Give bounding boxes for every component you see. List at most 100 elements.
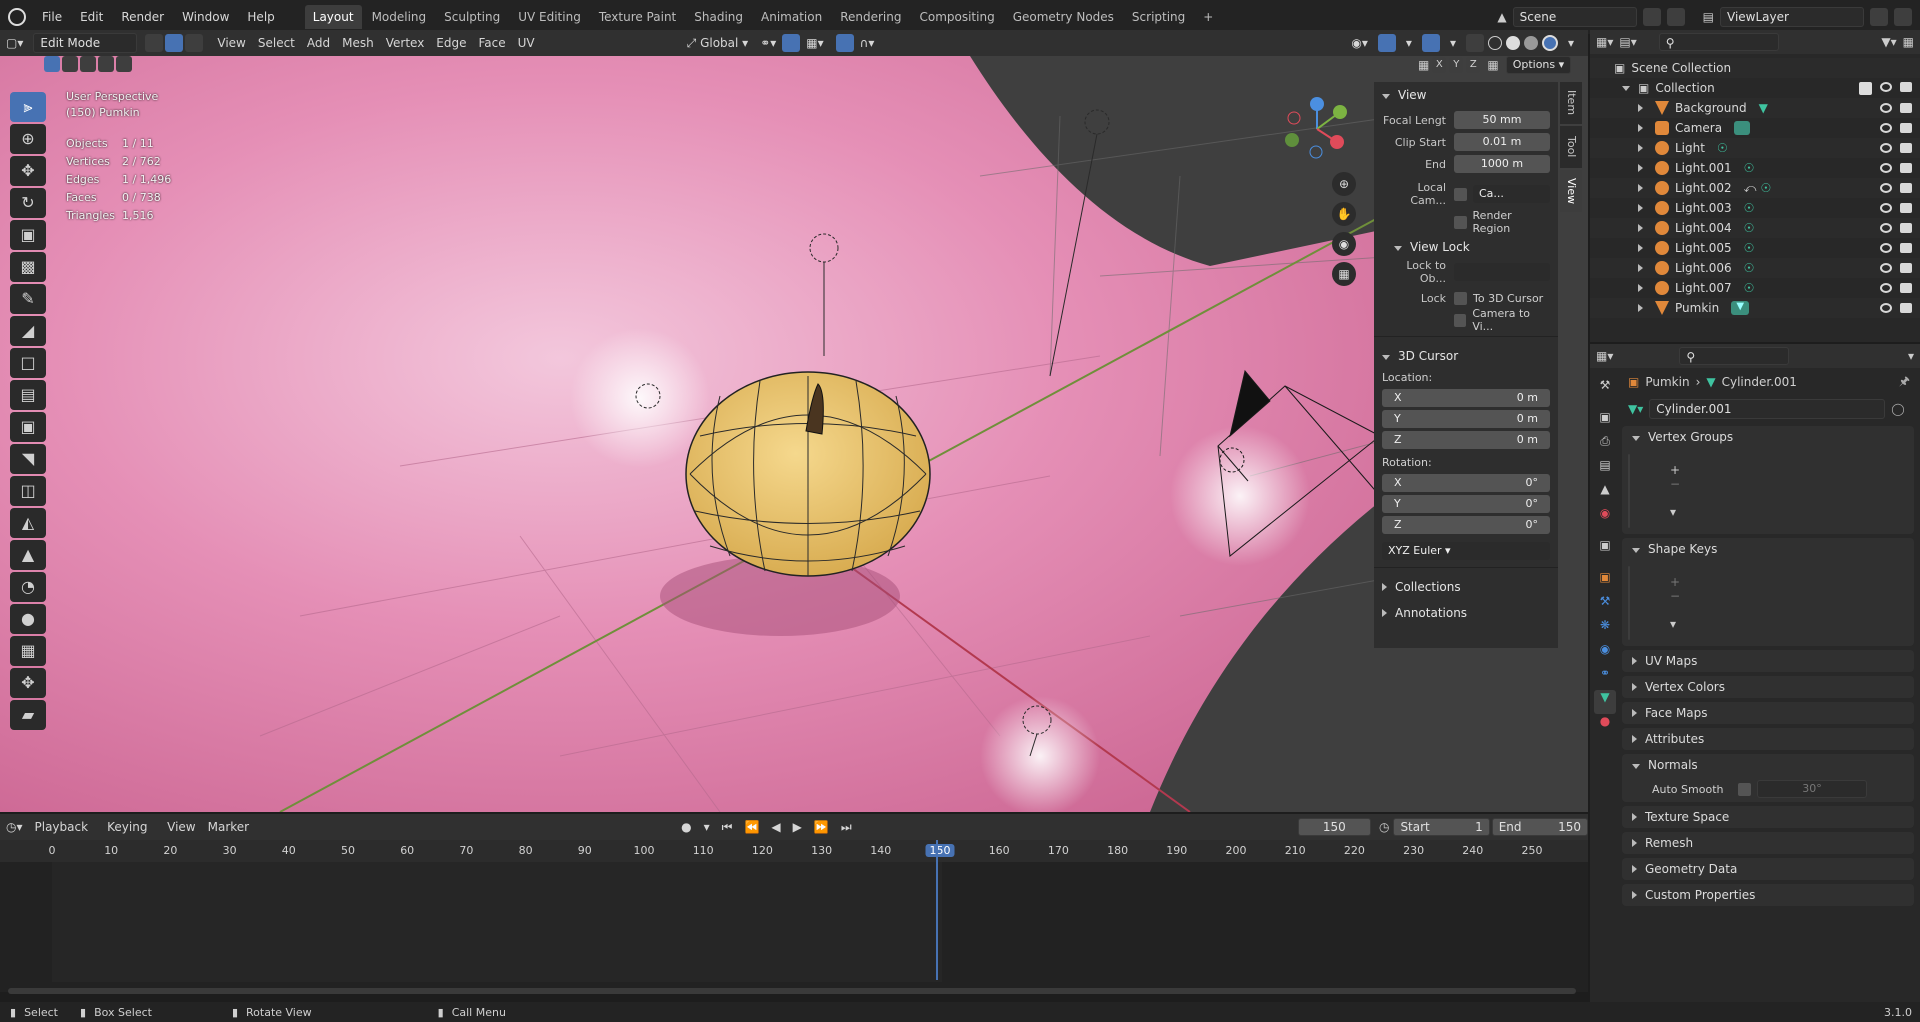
xray-icon[interactable] <box>1465 34 1484 52</box>
tab-compositing[interactable]: Compositing <box>911 5 1002 29</box>
constraints-tab-icon[interactable]: ⚭ <box>1594 666 1616 690</box>
outliner-item-camera[interactable]: Camera <box>1590 118 1920 138</box>
shading-dropdown-icon[interactable]: ▾ <box>1562 33 1580 53</box>
tab-texture-paint[interactable]: Texture Paint <box>591 5 684 29</box>
select-intersect-icon[interactable] <box>116 56 132 72</box>
object-tab-icon[interactable]: ▣ <box>1594 570 1616 594</box>
render-camera-icon[interactable] <box>1900 263 1912 273</box>
snap-target-icon[interactable]: ▦▾ <box>800 33 829 53</box>
render-camera-icon[interactable] <box>1900 283 1912 293</box>
render-camera-icon[interactable] <box>1900 143 1912 153</box>
eye-icon[interactable] <box>1880 143 1892 153</box>
properties-search-input[interactable]: ⚲ <box>1679 347 1790 365</box>
tab-scripting[interactable]: Scripting <box>1124 5 1193 29</box>
play-reverse-icon[interactable]: ◀ <box>765 817 786 837</box>
menu-face[interactable]: Face <box>473 33 512 53</box>
snap-icon[interactable] <box>782 34 801 52</box>
extrude-tool[interactable]: ▤ <box>10 380 46 410</box>
world-tab-icon[interactable]: ◉ <box>1594 506 1616 530</box>
3d-viewport[interactable]: User Perspective (150) Pumkin Objects 1 /… <box>0 56 1588 812</box>
physics-tab-icon[interactable]: ◉ <box>1594 642 1616 666</box>
select-invert-icon[interactable] <box>98 56 114 72</box>
eye-icon[interactable] <box>1880 163 1892 173</box>
outliner-item-light[interactable]: Light ☉ <box>1590 138 1920 158</box>
remesh-panel[interactable]: Remesh <box>1622 832 1914 854</box>
perspective-toggle-icon[interactable]: ▦ <box>1332 262 1356 286</box>
mode-dropdown[interactable]: Edit Mode <box>33 33 138 53</box>
clip-end-field[interactable]: 1000 m <box>1454 155 1550 173</box>
menu-uv[interactable]: UV <box>512 33 541 53</box>
outliner-editor-icon[interactable]: ▦▾ <box>1596 35 1613 49</box>
axis-z-toggle[interactable]: Z <box>1466 57 1481 73</box>
menu-add[interactable]: Add <box>301 33 336 53</box>
scene-collection-row[interactable]: ▣ Scene Collection <box>1590 58 1920 78</box>
axis-navigation-gizmo[interactable] <box>1282 94 1352 164</box>
mirror-icon[interactable]: ▦ <box>1418 58 1429 72</box>
tab-modeling[interactable]: Modeling <box>364 5 435 29</box>
cursor-rotation-y-field[interactable]: Y 0° <box>1382 495 1550 513</box>
render-camera-icon[interactable] <box>1900 223 1912 233</box>
cursor-location-x-field[interactable]: X 0 m <box>1382 389 1550 407</box>
eye-icon[interactable] <box>1880 223 1892 233</box>
scene-icon[interactable]: ▲ <box>1497 10 1506 24</box>
eye-icon[interactable] <box>1880 203 1892 213</box>
menu-playback[interactable]: Playback ▾ <box>29 817 102 854</box>
auto-smooth-angle-field[interactable]: 30° <box>1757 780 1867 798</box>
eye-icon[interactable] <box>1880 183 1892 193</box>
vertex-groups-header[interactable]: Vertex Groups <box>1622 426 1914 448</box>
eye-icon[interactable] <box>1880 263 1892 273</box>
jump-start-icon[interactable]: ⏮ <box>716 817 739 837</box>
outliner-item-light-003[interactable]: Light.003 ☉ <box>1590 198 1920 218</box>
spin-tool[interactable]: ◔ <box>10 572 46 602</box>
render-camera-icon[interactable] <box>1900 203 1912 213</box>
custom-properties-panel[interactable]: Custom Properties <box>1622 884 1914 906</box>
select-new-icon[interactable] <box>44 56 60 72</box>
pumpkin-mesh[interactable] <box>685 371 931 577</box>
new-collection-icon[interactable]: ▦ <box>1903 35 1914 49</box>
auto-keying-icon[interactable]: ● <box>675 817 697 837</box>
outliner-item-light-002[interactable]: Light.002 ⤺ ☉ <box>1590 178 1920 198</box>
shape-key-menu-icon[interactable]: ▾ <box>1670 617 1694 631</box>
menu-marker[interactable]: Marker <box>202 817 255 837</box>
shear-tool[interactable]: ▰ <box>10 700 46 730</box>
face-maps-panel[interactable]: Face Maps <box>1622 702 1914 724</box>
inset-tool[interactable]: ▣ <box>10 412 46 442</box>
focal-length-field[interactable]: 50 mm <box>1454 111 1550 129</box>
edge-select-icon[interactable] <box>165 34 184 52</box>
transform-orientation-dropdown[interactable]: ⤢ Global ▾ <box>681 33 755 53</box>
attributes-panel[interactable]: Attributes <box>1622 728 1914 750</box>
collection-tab-icon[interactable]: ▣ <box>1594 538 1616 562</box>
menu-render[interactable]: Render <box>113 5 172 29</box>
auto-smooth-checkbox[interactable] <box>1738 782 1751 796</box>
shading-solid-icon[interactable] <box>1505 36 1520 50</box>
editor-type-icon[interactable]: ▢▾ <box>0 33 29 53</box>
transform-tool[interactable]: ▩ <box>10 252 46 282</box>
menu-edge[interactable]: Edge <box>430 33 472 53</box>
eye-icon[interactable] <box>1880 103 1892 113</box>
axis-x-toggle[interactable]: X <box>1432 57 1447 73</box>
axis-y-toggle[interactable]: Y <box>1449 57 1464 73</box>
outliner-item-pumkin[interactable]: Pumkin ▼ <box>1590 298 1920 318</box>
lock-to-object-field[interactable] <box>1454 263 1550 281</box>
menu-keying[interactable]: Keying ▾ <box>101 817 161 854</box>
remove-shape-key-icon[interactable]: − <box>1670 589 1694 603</box>
fake-user-icon[interactable]: ◯ <box>1891 402 1904 416</box>
outliner-item-background[interactable]: Background ▼ <box>1590 98 1920 118</box>
timeline-editor-icon[interactable]: ◷▾ <box>0 817 29 837</box>
annotate-tool[interactable]: ✎ <box>10 284 46 314</box>
render-tab-icon[interactable]: ▣ <box>1594 410 1616 434</box>
vertex-groups-list[interactable] <box>1628 454 1630 528</box>
properties-editor-icon[interactable]: ▦▾ <box>1596 349 1613 363</box>
data-tab-icon[interactable]: ▼ <box>1594 690 1616 714</box>
keying-set-icon[interactable]: ▾ <box>698 817 716 837</box>
view-layer-icon[interactable]: ▤ <box>1703 10 1714 24</box>
cursor-location-z-field[interactable]: Z 0 m <box>1382 431 1550 449</box>
render-camera-icon[interactable] <box>1900 81 1912 92</box>
delete-view-layer-icon[interactable] <box>1894 8 1912 26</box>
outliner-item-light-007[interactable]: Light.007 ☉ <box>1590 278 1920 298</box>
measure-tool[interactable]: ◢ <box>10 316 46 346</box>
eye-icon[interactable] <box>1880 81 1892 92</box>
playhead-line[interactable] <box>936 840 938 980</box>
eye-icon[interactable] <box>1880 283 1892 293</box>
edge-slide-tool[interactable]: ▦ <box>10 636 46 666</box>
